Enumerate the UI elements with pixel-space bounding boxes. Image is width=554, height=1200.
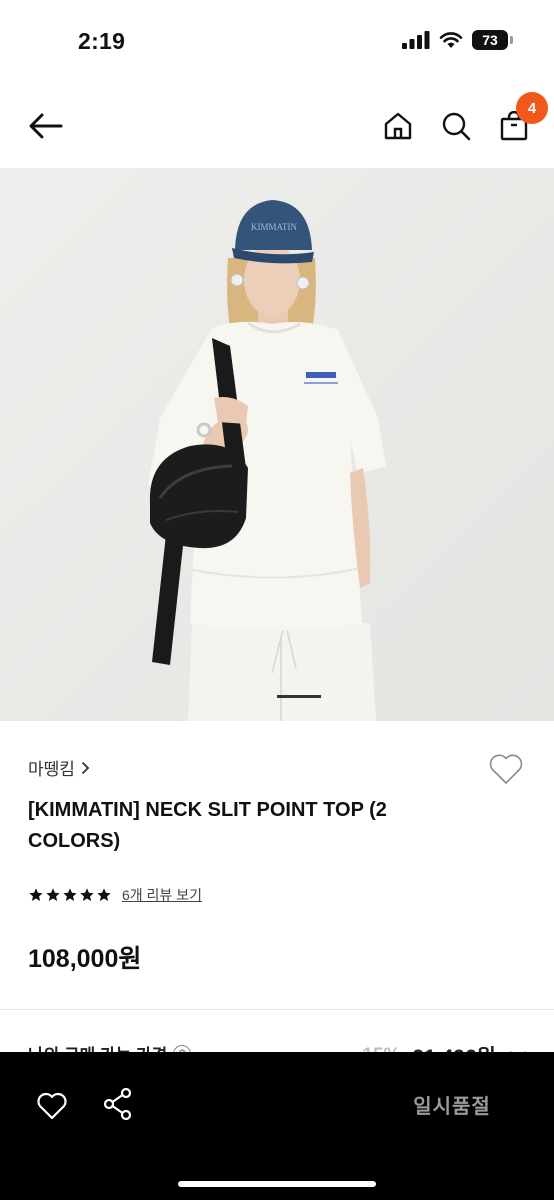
search-button[interactable]: [434, 104, 478, 148]
product-title: [KIMMATIN] NECK SLIT POINT TOP (2 COLORS…: [28, 799, 387, 852]
signal-icon: [402, 31, 430, 49]
search-icon: [442, 112, 471, 141]
brand-link[interactable]: 마뗑킴: [28, 755, 90, 780]
nav-bar: 4: [0, 84, 554, 168]
share-button[interactable]: [96, 1082, 140, 1126]
star-icon: [63, 888, 77, 901]
star-icon: [80, 888, 94, 901]
status-icons: 73: [402, 30, 513, 50]
share-icon: [103, 1087, 132, 1121]
rating-row: 6개 리뷰 보기: [28, 885, 202, 905]
product-photo: KIMMATIN: [0, 168, 554, 721]
product-price: 108,000원: [28, 945, 142, 973]
wifi-icon: [439, 32, 463, 48]
bottom-action-bar: 일시품절: [0, 1052, 554, 1200]
arrow-left-icon: [29, 113, 63, 139]
star-icon: [97, 888, 111, 901]
product-image[interactable]: KIMMATIN: [0, 168, 554, 721]
wishlist-button[interactable]: [486, 749, 526, 789]
back-button[interactable]: [24, 104, 68, 148]
section-divider: [0, 1009, 554, 1010]
star-icon: [29, 888, 43, 901]
home-icon: [384, 112, 412, 140]
battery-indicator: 73: [472, 30, 513, 50]
brand-name: 마뗑킴: [28, 760, 75, 779]
cart-button[interactable]: 4: [492, 92, 548, 148]
star-rating: [28, 887, 112, 903]
star-icon: [46, 888, 60, 901]
status-time: 2:19: [78, 28, 126, 54]
sold-out-button: 일시품절: [413, 1095, 491, 1118]
carousel-indicator: [277, 695, 321, 698]
heart-icon: [37, 1092, 67, 1120]
review-link[interactable]: 6개 리뷰 보기: [122, 885, 202, 905]
home-indicator: [178, 1181, 376, 1187]
cart-count-badge: 4: [516, 92, 548, 124]
status-bar: 2:19 73: [0, 0, 554, 84]
bottom-wishlist-button[interactable]: [30, 1084, 74, 1128]
heart-outline-icon: [489, 754, 523, 784]
cap-logo-text: KIMMATIN: [251, 222, 297, 232]
nav-actions: 4: [376, 92, 548, 148]
home-button[interactable]: [376, 104, 420, 148]
chevron-right-icon: [81, 761, 90, 774]
